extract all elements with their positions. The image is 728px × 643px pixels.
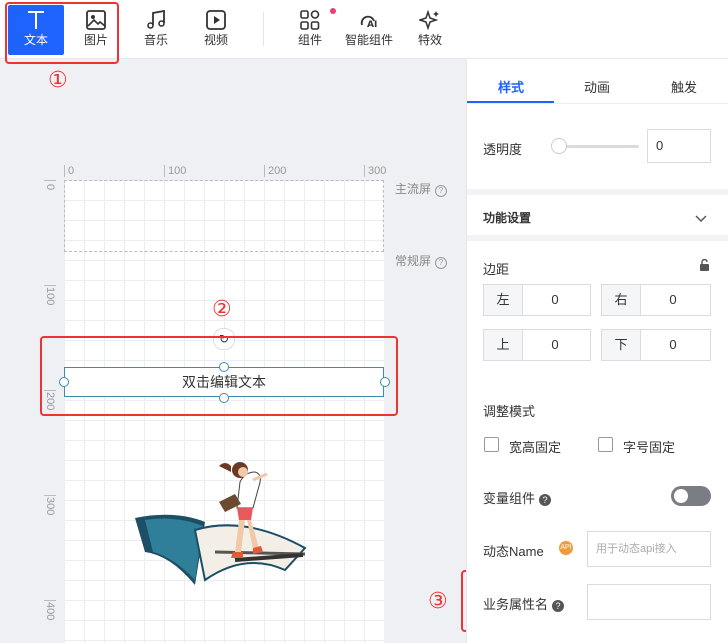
tool-music[interactable]: 音乐 (128, 5, 184, 55)
annotation-3: ③ (428, 589, 448, 614)
function-settings-header[interactable]: 功能设置 (467, 189, 728, 241)
highlight-box-1 (5, 2, 119, 64)
ruler-left-tick (44, 600, 56, 601)
first-screen-label: 主流屏? (395, 180, 448, 197)
margin-right-prefix: 右 (602, 285, 641, 315)
music-icon (147, 9, 165, 29)
variable-component-toggle[interactable] (671, 486, 711, 506)
chevron-down-icon[interactable] (695, 215, 707, 223)
annotation-2: ② (212, 297, 232, 322)
margin-bottom-value[interactable]: 0 (648, 330, 698, 360)
ruler-top-label: 200 (268, 165, 287, 177)
annotation-1: ① (48, 68, 68, 93)
tool-video-label: 视频 (203, 33, 228, 47)
margin-right-field[interactable]: 右 0 (601, 284, 711, 316)
toggle-knob (674, 489, 688, 503)
section-title: 功能设置 (483, 211, 532, 225)
ruler-left-label: 300 (44, 497, 56, 516)
highlight-box-2 (40, 336, 398, 416)
variable-component-text: 变量组件 (483, 491, 536, 506)
margin-left-field[interactable]: 左 0 (483, 284, 591, 316)
variable-component-label: 变量组件? (483, 488, 552, 507)
tool-effects[interactable]: 特效 (402, 5, 458, 55)
ruler-left-tick (44, 495, 56, 496)
first-screen-label-text: 主流屏 (395, 182, 432, 196)
ruler-top-label: 0 (68, 165, 75, 177)
help-icon[interactable]: ? (552, 599, 565, 612)
normal-screen-label-text: 常规屏 (395, 254, 432, 268)
first-screen-region (64, 180, 384, 252)
tool-video[interactable]: 视频 (188, 5, 244, 55)
tab-animation[interactable]: 动画 (584, 77, 610, 96)
ruler-top-tick (64, 165, 65, 177)
notification-dot (330, 8, 336, 14)
ruler-left-label: 100 (44, 287, 56, 306)
business-attr-input[interactable] (587, 584, 711, 620)
tool-ai-components-label: 智能组件 (344, 33, 393, 47)
ruler-top-tick (164, 165, 165, 177)
opacity-input[interactable]: 0 (647, 129, 711, 163)
margin-label: 边距 (483, 262, 510, 277)
dynamic-name-label: 动态Name (483, 544, 544, 559)
margin-right-value[interactable]: 0 (648, 285, 698, 315)
dynamic-name-input[interactable]: 用于动态api接入 (587, 531, 711, 567)
ruler-top-label: 100 (168, 165, 187, 177)
help-icon[interactable]: ? (435, 185, 448, 197)
margin-left-value[interactable]: 0 (530, 285, 580, 315)
fixed-font-label: 字号固定 (623, 440, 676, 455)
tool-effects-label: 特效 (417, 33, 442, 47)
toolbar-divider (263, 12, 264, 46)
margin-top-value[interactable]: 0 (530, 330, 580, 360)
ruler-left-tick (44, 285, 56, 286)
normal-screen-label: 常规屏? (395, 252, 448, 269)
tab-trigger[interactable]: 触发 (671, 77, 697, 96)
active-tab-indicator (467, 101, 554, 103)
tool-music-label: 音乐 (143, 33, 168, 47)
fixed-wh-checkbox[interactable] (484, 437, 499, 452)
sparkle-icon (419, 9, 439, 31)
video-icon (206, 10, 226, 30)
ruler-top-tick (264, 165, 265, 177)
margin-top-prefix: 上 (484, 330, 523, 360)
fixed-font-checkbox[interactable] (598, 437, 613, 452)
margin-bottom-prefix: 下 (602, 330, 641, 360)
business-attr-text: 业务属性名 (483, 597, 549, 612)
margin-top-field[interactable]: 上 0 (483, 329, 591, 361)
adjust-mode-label: 调整模式 (483, 404, 536, 419)
help-icon[interactable]: ? (435, 257, 448, 269)
ai-components-icon: AI (360, 15, 377, 30)
tab-style[interactable]: 样式 (498, 77, 524, 96)
components-icon (300, 10, 320, 30)
ruler-left-label: 400 (44, 602, 56, 621)
opacity-label: 透明度 (483, 142, 523, 157)
ruler-left-tick (44, 180, 56, 181)
ruler-top-tick (364, 165, 365, 177)
tool-ai-components[interactable]: AI 智能组件 (340, 5, 398, 55)
help-icon[interactable]: ? (539, 493, 552, 506)
ruler-left-label: 0 (44, 184, 56, 191)
ruler-top-label: 300 (368, 165, 387, 177)
lock-icon[interactable] (699, 259, 710, 271)
opacity-slider-thumb[interactable] (551, 138, 567, 154)
properties-panel: 样式 动画 触发 透明度 0 功能设置 边距 左 0 右 0 上 0 下 0 调… (466, 59, 728, 643)
business-attr-label: 业务属性名? (483, 594, 565, 613)
tool-components-label: 组件 (297, 33, 322, 47)
api-badge-icon: API (559, 541, 573, 555)
reading-girl-illustration (135, 462, 307, 585)
margin-left-prefix: 左 (484, 285, 523, 315)
svg-text:AI: AI (367, 20, 377, 30)
panel-tabs: 样式 动画 触发 (467, 59, 728, 104)
ruler-top: 0 100 200 300 (64, 165, 394, 179)
fixed-wh-label: 宽高固定 (509, 440, 562, 455)
margin-bottom-field[interactable]: 下 0 (601, 329, 711, 361)
